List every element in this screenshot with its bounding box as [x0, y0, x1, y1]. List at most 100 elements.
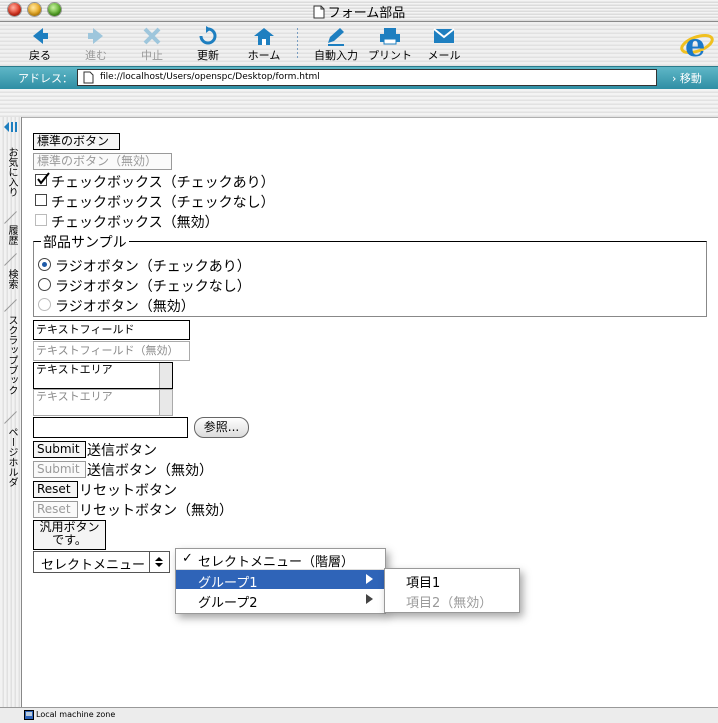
submit-button[interactable]: Submit: [33, 441, 86, 458]
sidebar-divider: [4, 299, 17, 312]
group2-label: グループ2: [198, 596, 258, 611]
menu-item-group1[interactable]: グループ1: [176, 570, 385, 591]
text-area[interactable]: テキストエリア: [33, 362, 173, 389]
print-label: プリント: [368, 49, 412, 62]
zone-icon: [24, 710, 34, 720]
home-label: ホーム: [247, 49, 281, 62]
select-menu-value: セレクトメニュー: [41, 558, 146, 573]
checkmark-icon: [37, 172, 50, 185]
checkbox-unchecked-label: チェックボックス（チェックなし）: [51, 195, 275, 211]
checkbox-unchecked[interactable]: [35, 194, 47, 206]
toolbar: 戻る 進む 中止 更新 ホーム 自動入力 プリント メール e: [0, 22, 718, 66]
forward-button[interactable]: 進む: [72, 22, 120, 66]
address-url: file://localhost/Users/openspc/Desktop/f…: [100, 72, 320, 82]
sidebar-tab-history[interactable]: 履歴: [3, 225, 19, 245]
submit-label: 送信ボタン: [87, 443, 157, 459]
hierarchical-select-header[interactable]: ✓ セレクトメニュー（階層）: [176, 549, 385, 570]
hierarchical-select-popup: ✓ セレクトメニュー（階層） グループ1 グループ2: [175, 548, 386, 614]
sidebar-tab-search[interactable]: 検索: [3, 269, 19, 289]
address-input[interactable]: file://localhost/Users/openspc/Desktop/f…: [77, 69, 657, 86]
printer-icon: [380, 28, 400, 45]
text-field-disabled: テキストフィールド（無効）: [33, 341, 190, 361]
text-area-disabled: テキストエリア: [33, 389, 173, 416]
group1-label: グループ1: [198, 576, 258, 591]
checkbox-checked[interactable]: [35, 172, 50, 186]
selected-check-icon: ✓: [182, 551, 193, 566]
reset-button[interactable]: Reset: [33, 481, 78, 498]
checkbox-disabled: [35, 214, 47, 226]
radio-unchecked[interactable]: [38, 278, 51, 291]
address-bar: アドレス： file://localhost/Users/openspc/Des…: [0, 66, 718, 90]
menu-item-group2[interactable]: グループ2: [176, 590, 385, 611]
menu-item-item2-disabled: 項目2（無効）: [406, 596, 493, 611]
stop-x-icon: [143, 27, 161, 45]
stop-label: 中止: [141, 49, 163, 62]
standard-button[interactable]: 標準のボタン: [33, 133, 120, 150]
window-title-text: フォーム部品: [327, 6, 406, 21]
refresh-icon: [199, 26, 217, 45]
refresh-button[interactable]: 更新: [184, 22, 232, 66]
sidebar-tab-favorites[interactable]: お気に入り: [3, 147, 19, 197]
go-label: 移動: [679, 72, 702, 85]
text-area-scrollbar[interactable]: [159, 363, 172, 388]
forward-arrow-icon: [88, 28, 103, 44]
radio-unchecked-label: ラジオボタン（チェックなし）: [55, 279, 251, 295]
text-area-disabled-scrollbar: [159, 390, 172, 415]
select-divider: [149, 552, 150, 572]
status-bar: Local machine zone: [0, 707, 718, 723]
select-menu[interactable]: セレクトメニュー: [33, 551, 170, 573]
sidebar-tab-scrapbook[interactable]: スクラップブック: [3, 315, 19, 395]
submit-button-disabled: Submit: [33, 461, 86, 478]
radio-disabled: [38, 298, 51, 311]
generic-button[interactable]: 汎用ボタン です。: [33, 520, 106, 550]
mail-button[interactable]: メール: [420, 22, 468, 66]
pen-icon: [328, 28, 344, 46]
back-arrow-icon: [33, 28, 48, 44]
title-bar: フォーム部品: [0, 0, 718, 22]
text-area-value: テキストエリア: [36, 363, 113, 376]
toolbar-spacer: [0, 89, 718, 118]
radio-checked[interactable]: [38, 258, 51, 271]
home-icon: [254, 28, 274, 45]
refresh-label: 更新: [197, 49, 219, 62]
home-button[interactable]: ホーム: [240, 22, 288, 66]
reset-disabled-label: リセットボタン（無効）: [79, 503, 233, 519]
print-button[interactable]: プリント: [364, 22, 416, 66]
radio-dot: [42, 262, 47, 267]
radio-checked-label: ラジオボタン（チェックあり）: [55, 259, 251, 275]
stop-button[interactable]: 中止: [128, 22, 176, 66]
back-button[interactable]: 戻る: [16, 22, 64, 66]
checkbox-checked-label: チェックボックス（チェックあり）: [51, 175, 275, 191]
window-title: フォーム部品: [0, 2, 718, 21]
sidebar-divider: [4, 253, 17, 266]
checkbox-disabled-label: チェックボックス（無効）: [51, 215, 219, 231]
reset-label: リセットボタン: [79, 483, 177, 499]
page-icon: [83, 71, 94, 84]
mail-label: メール: [427, 49, 461, 62]
sidebar-divider: [4, 411, 17, 424]
submenu-arrow-icon: [366, 594, 373, 604]
reset-button-disabled: Reset: [33, 501, 78, 518]
autofill-label: 自動入力: [314, 49, 358, 62]
hierarchical-select-title: セレクトメニュー（階層）: [198, 555, 355, 570]
sidebar-toggle-icon[interactable]: [3, 121, 19, 133]
back-label: 戻る: [29, 49, 51, 62]
svg-text:e: e: [685, 26, 705, 62]
address-label: アドレス：: [18, 72, 73, 85]
generic-button-line2: です。: [52, 533, 87, 547]
menu-item-item1[interactable]: 項目1: [406, 572, 440, 591]
autofill-button[interactable]: 自動入力: [308, 22, 364, 66]
go-button[interactable]: › 移動: [672, 70, 702, 86]
browse-button[interactable]: 参照...: [194, 417, 249, 438]
status-text: Local machine zone: [36, 710, 116, 719]
go-arrow-icon: ›: [672, 72, 677, 85]
text-field[interactable]: テキストフィールド: [33, 320, 190, 340]
text-area-disabled-value: テキストエリア: [36, 390, 113, 403]
file-path-input[interactable]: [33, 417, 188, 438]
submenu-popup: 項目1 項目2（無効）: [384, 568, 520, 613]
sidebar-divider: [4, 211, 17, 224]
ie-logo-icon: e: [680, 26, 714, 62]
sidebar-tab-page-holder[interactable]: ページホルダ: [3, 427, 19, 487]
explorer-sidebar: お気に入り 履歴 検索 スクラップブック ページホルダ: [0, 117, 22, 707]
fieldset-legend: 部品サンプル: [41, 232, 129, 252]
